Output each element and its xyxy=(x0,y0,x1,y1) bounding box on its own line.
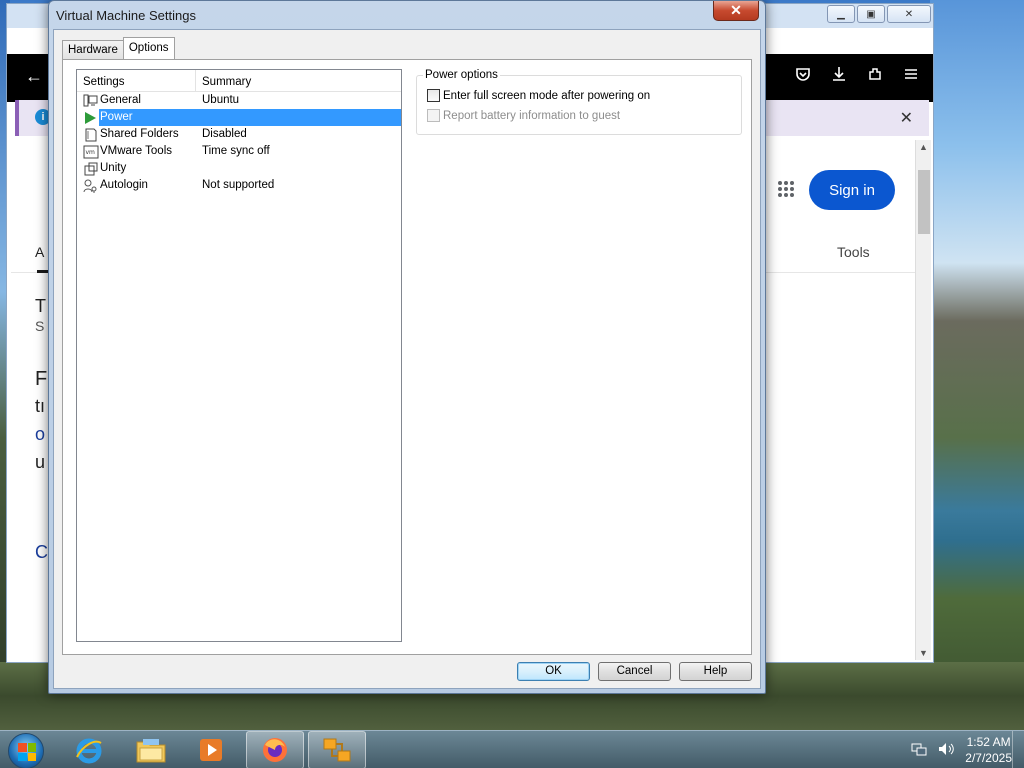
battery-checkbox xyxy=(427,109,440,122)
notification-close-icon[interactable]: ✕ xyxy=(900,108,913,128)
list-item-vmware-tools[interactable]: vm VMware Tools Time sync off xyxy=(77,143,401,160)
cancel-button[interactable]: Cancel xyxy=(598,662,671,681)
taskbar-media-player[interactable] xyxy=(182,731,240,768)
windows-logo-icon xyxy=(18,743,36,761)
shared-folders-icon xyxy=(82,126,99,143)
minimize-button[interactable]: ▁ xyxy=(827,5,855,23)
apps-grid-icon[interactable] xyxy=(777,180,795,198)
vmware-tools-icon: vm xyxy=(82,143,99,160)
scroll-down-icon[interactable]: ▼ xyxy=(919,648,928,658)
dialog-body: Hardware Options Settings Summary Genera… xyxy=(53,29,761,689)
column-settings[interactable]: Settings xyxy=(77,70,196,91)
media-player-icon xyxy=(200,739,222,761)
maximize-button[interactable]: ▣ xyxy=(857,5,885,23)
internet-explorer-icon xyxy=(76,738,102,764)
tab-strip: Hardware Options xyxy=(62,37,175,59)
list-item-summary: Disabled xyxy=(202,128,247,140)
autologin-icon xyxy=(82,177,99,194)
download-icon[interactable] xyxy=(831,66,847,87)
list-item-name: General xyxy=(100,94,141,106)
menu-icon[interactable] xyxy=(903,66,919,87)
page-text-fragment: tı xyxy=(35,396,46,416)
file-explorer-icon xyxy=(136,739,166,763)
power-options-group: Power options Enter full screen mode aft… xyxy=(416,69,742,135)
taskbar-vmware[interactable] xyxy=(308,731,366,768)
start-button[interactable] xyxy=(8,733,44,768)
taskbar-file-explorer[interactable] xyxy=(122,731,180,768)
maximize-icon: ▣ xyxy=(866,8,876,20)
svg-text:vm: vm xyxy=(85,149,95,156)
tab-options[interactable]: Options xyxy=(122,37,175,59)
firefox-icon xyxy=(263,738,287,762)
list-item-summary: Not supported xyxy=(202,179,275,191)
taskbar-firefox[interactable] xyxy=(246,731,304,768)
taskbar: 1:52 AM 2/7/2025 xyxy=(0,730,1024,768)
battery-label: Report battery information to guest xyxy=(443,109,621,122)
column-summary[interactable]: Summary xyxy=(196,70,251,91)
power-play-icon xyxy=(82,109,99,126)
scroll-up-icon[interactable]: ▲ xyxy=(919,142,928,152)
dialog-close-button[interactable]: ✕ xyxy=(713,1,759,21)
taskbar-internet-explorer[interactable] xyxy=(60,731,118,768)
dialog-title: Virtual Machine Settings xyxy=(56,8,196,23)
options-tab-page: Settings Summary General Ubuntu Power Sh… xyxy=(62,59,752,655)
scrollbar-thumb[interactable] xyxy=(918,170,930,234)
close-icon: ✕ xyxy=(904,8,914,20)
clock-date: 2/7/2025 xyxy=(965,751,1012,765)
fullscreen-label[interactable]: Enter full screen mode after powering on xyxy=(443,90,650,102)
network-icon[interactable] xyxy=(911,741,927,760)
list-item-power[interactable]: Power xyxy=(77,109,401,126)
list-item-unity[interactable]: Unity xyxy=(77,160,401,177)
browser-window-controls: ▁ ▣ ✕ xyxy=(827,5,931,23)
page-text-fragment: u xyxy=(35,452,46,472)
browser-scrollbar[interactable]: ▲ ▼ xyxy=(915,140,931,660)
page-text-fragment: F xyxy=(35,368,48,390)
general-icon xyxy=(82,92,99,109)
pocket-icon[interactable] xyxy=(795,66,811,87)
list-header: Settings Summary xyxy=(77,70,401,92)
back-arrow-icon[interactable]: ← xyxy=(25,66,43,87)
list-item-summary: Time sync off xyxy=(202,145,270,157)
tab-hardware[interactable]: Hardware xyxy=(62,40,124,59)
list-item-name: Shared Folders xyxy=(100,128,179,140)
list-item-name: Autologin xyxy=(100,179,148,191)
unity-icon xyxy=(82,160,99,177)
page-text-fragment: T xyxy=(35,296,46,316)
show-desktop-button[interactable] xyxy=(1012,731,1024,768)
page-text-fragment: o xyxy=(35,424,46,444)
browser-close-button[interactable]: ✕ xyxy=(887,5,931,23)
list-item-summary: Ubuntu xyxy=(202,94,240,106)
list-item-autologin[interactable]: Autologin Not supported xyxy=(77,177,401,194)
extensions-icon[interactable] xyxy=(867,66,883,87)
list-item-name: VMware Tools xyxy=(100,145,173,157)
page-text-fragment: C xyxy=(35,542,48,562)
page-text-fragment: A xyxy=(35,244,45,260)
power-options-title: Power options xyxy=(423,69,500,81)
list-item-general[interactable]: General Ubuntu xyxy=(77,92,401,109)
volume-icon[interactable] xyxy=(937,741,955,760)
list-item-name: Power xyxy=(99,109,202,126)
desktop-wallpaper-right xyxy=(930,0,1024,730)
battery-option: Report battery information to guest xyxy=(427,109,620,122)
ok-button[interactable]: OK xyxy=(517,662,590,681)
vmware-icon xyxy=(323,738,351,762)
sign-in-button[interactable]: Sign in xyxy=(809,170,895,210)
page-text-fragment: S xyxy=(35,318,45,334)
clock-time: 1:52 AM xyxy=(966,735,1011,749)
fullscreen-checkbox[interactable] xyxy=(427,89,440,102)
fullscreen-option[interactable]: Enter full screen mode after powering on xyxy=(427,89,650,102)
tools-link[interactable]: Tools xyxy=(837,244,870,260)
minimize-icon: ▁ xyxy=(837,8,845,20)
list-item-name: Unity xyxy=(100,162,127,174)
help-button[interactable]: Help xyxy=(679,662,752,681)
vm-settings-dialog: Virtual Machine Settings ✕ Hardware Opti… xyxy=(48,0,766,694)
system-tray: 1:52 AM 2/7/2025 xyxy=(911,731,1012,768)
clock[interactable]: 1:52 AM 2/7/2025 xyxy=(965,734,1012,766)
settings-list[interactable]: Settings Summary General Ubuntu Power Sh… xyxy=(76,69,402,642)
list-item-shared-folders[interactable]: Shared Folders Disabled xyxy=(77,126,401,143)
toolbar-icons xyxy=(795,66,919,87)
